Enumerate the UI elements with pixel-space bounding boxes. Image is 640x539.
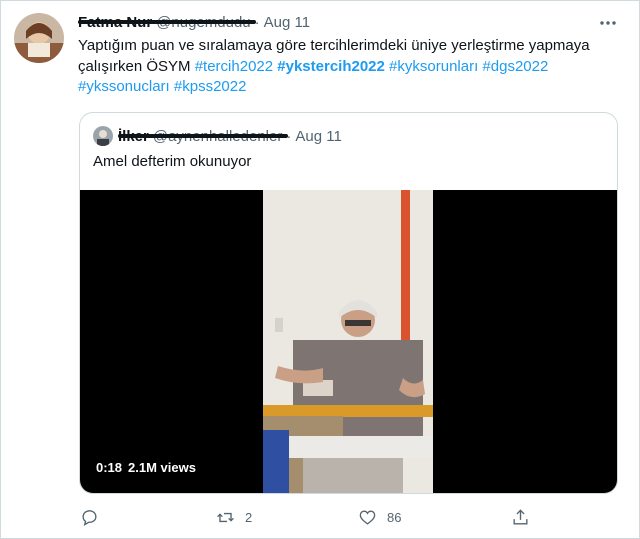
heart-icon bbox=[359, 509, 376, 525]
video-info: 0:18 2.1M views bbox=[96, 460, 196, 475]
user-avatar-photo bbox=[93, 126, 113, 146]
like-count: 86 bbox=[387, 509, 402, 525]
video-duration: 0:18 bbox=[96, 460, 123, 475]
more-dots-icon bbox=[600, 21, 616, 25]
tweet-actions: 2 86 bbox=[78, 505, 548, 529]
retweet-button[interactable]: 2 bbox=[216, 505, 252, 529]
redaction-bar bbox=[78, 20, 256, 24]
video-frame bbox=[263, 190, 433, 493]
reply-icon bbox=[82, 509, 97, 526]
hashtag-link[interactable]: #ykstercih2022 bbox=[277, 58, 385, 75]
quoted-timestamp[interactable]: Aug 11 bbox=[295, 128, 341, 145]
redaction-bar bbox=[118, 134, 288, 138]
more-button[interactable] bbox=[598, 13, 618, 33]
share-icon bbox=[513, 508, 528, 525]
reply-button[interactable] bbox=[80, 505, 99, 529]
hashtag-link[interactable]: #kyksorunları bbox=[389, 58, 478, 75]
retweet-icon bbox=[217, 512, 234, 522]
hashtag-link[interactable]: #dgs2022 bbox=[482, 58, 548, 75]
quoted-text: Amel defterim okunuyor bbox=[93, 153, 252, 170]
tweet-text: Yaptığım puan ve sıralamaya göre tercihl… bbox=[78, 36, 623, 98]
video-views: 2.1M views bbox=[128, 460, 196, 475]
author-avatar[interactable] bbox=[14, 13, 64, 63]
like-button[interactable]: 86 bbox=[358, 505, 401, 529]
hashtag-link[interactable]: #tercih2022 bbox=[195, 58, 273, 75]
share-button[interactable] bbox=[511, 505, 530, 529]
quoted-author-avatar[interactable] bbox=[93, 126, 113, 146]
retweet-count: 2 bbox=[245, 509, 253, 525]
user-avatar-photo bbox=[14, 13, 64, 63]
video-player[interactable]: 0:18 2.1M views bbox=[80, 190, 617, 493]
hashtag-link[interactable]: #ykssonucları bbox=[78, 78, 170, 95]
quoted-tweet[interactable]: İlker @aynenhalledenler · Aug 11 Amel de… bbox=[79, 112, 618, 494]
hashtag-link[interactable]: #kpss2022 bbox=[174, 78, 247, 95]
tweet-timestamp[interactable]: Aug 11 bbox=[264, 14, 310, 31]
